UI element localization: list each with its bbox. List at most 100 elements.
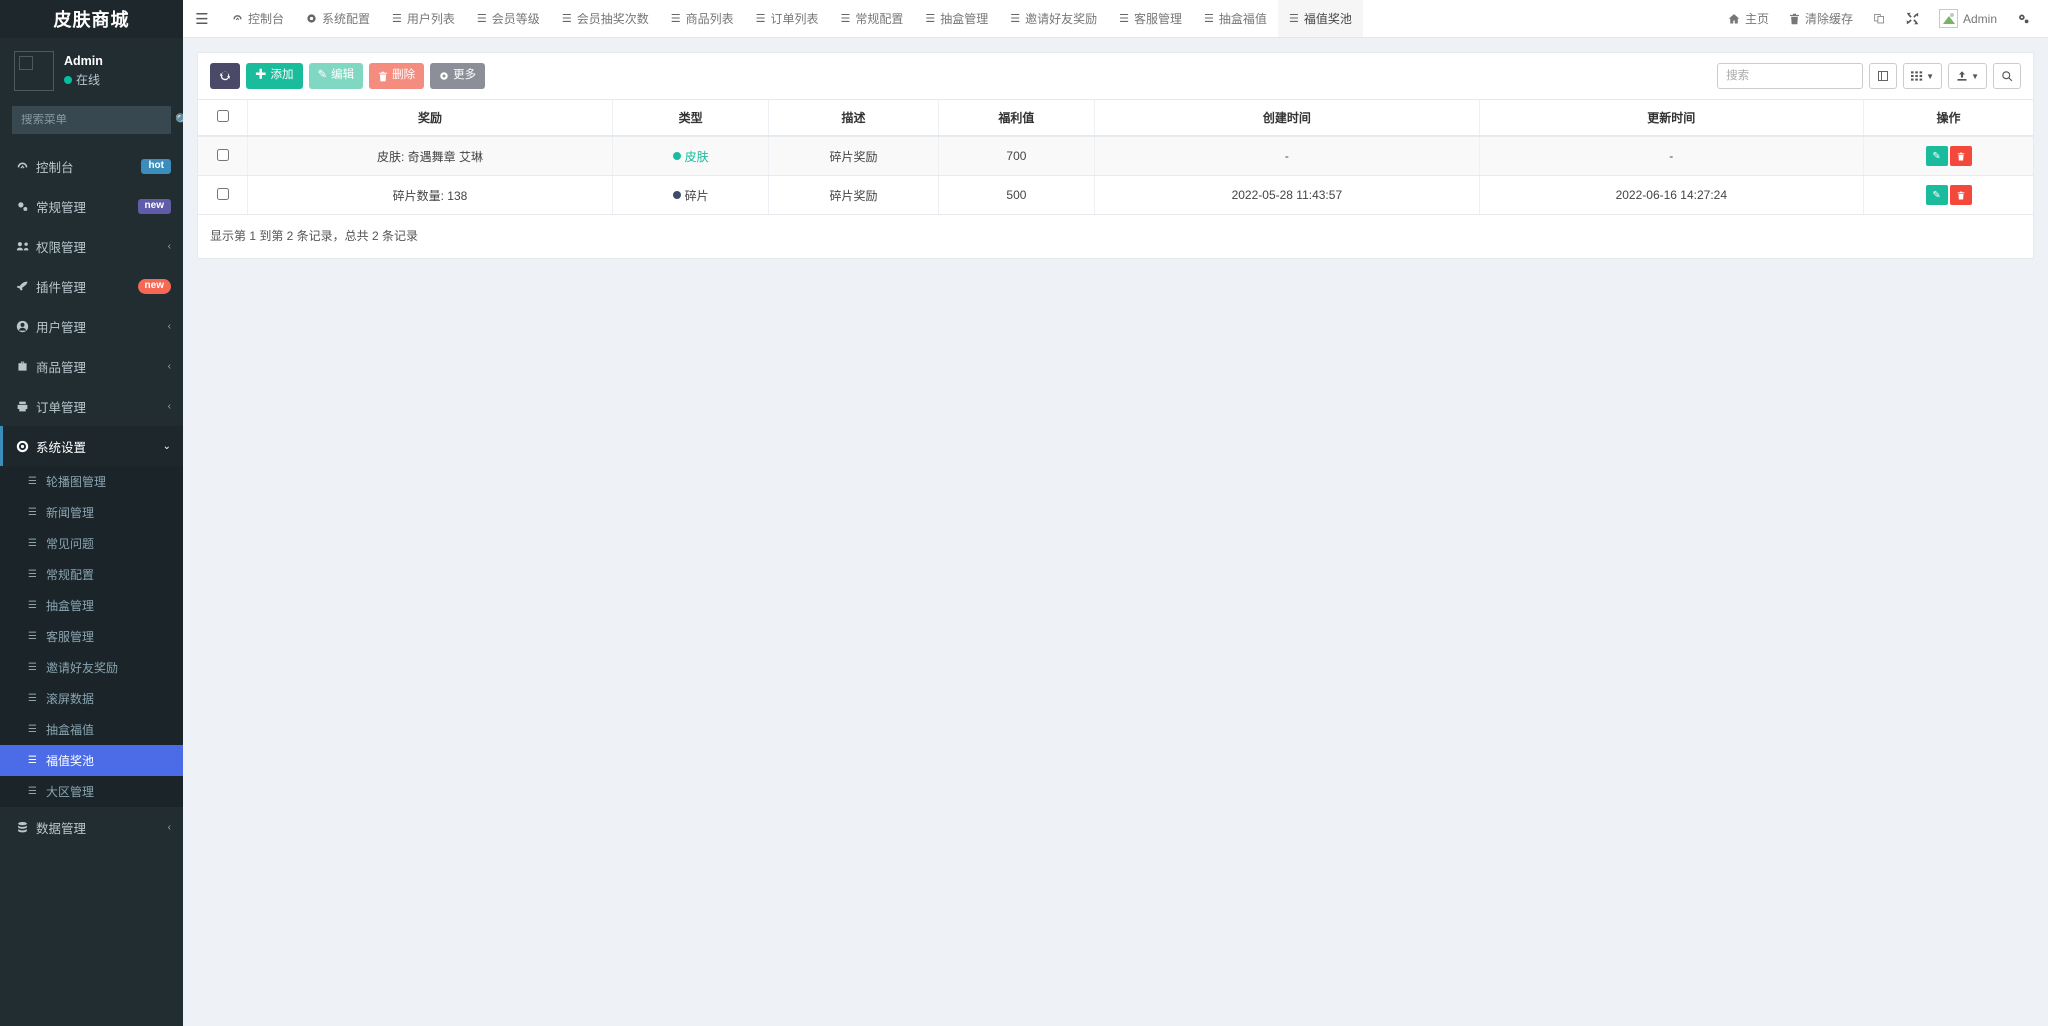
- toggle-view-button[interactable]: [1869, 63, 1898, 89]
- sidebar-item-goods[interactable]: 商品管理 ‹: [0, 346, 183, 386]
- sidebar-item-label: 用户管理: [36, 320, 87, 335]
- sidebar-item-plugins[interactable]: 插件管理 new: [0, 266, 183, 306]
- type-label: 皮肤: [684, 149, 709, 164]
- search-menu-input[interactable]: [21, 114, 175, 126]
- cell-updated: 2022-06-16 14:27:24: [1479, 175, 1865, 215]
- tab-user-list[interactable]: ☰ 用户列表: [381, 0, 466, 37]
- cell-benefit: 500: [938, 175, 1096, 215]
- tab-label: 抽盒管理: [940, 12, 989, 26]
- export-button[interactable]: ▼: [1948, 63, 1987, 89]
- th-created[interactable]: 创建时间: [1094, 99, 1480, 137]
- th-benefit[interactable]: 福利值: [938, 99, 1096, 137]
- sidebar-subitem-support[interactable]: ☰ 客服管理: [0, 621, 183, 652]
- tab-invite-reward[interactable]: ☰ 邀请好友奖励: [999, 0, 1108, 37]
- sidebar-item-users[interactable]: 用户管理 ‹: [0, 306, 183, 346]
- sidebar-search[interactable]: 🔍: [12, 106, 183, 134]
- edit-button[interactable]: ✎ 编辑: [308, 63, 364, 89]
- row-select-cell: [198, 136, 249, 176]
- user-menu-button[interactable]: Admin: [1929, 0, 2007, 38]
- briefcase-icon: [16, 360, 36, 373]
- table-row[interactable]: 碎片数量: 138 碎片 碎片奖励 500 2022-05-28 11:43:5…: [198, 175, 2033, 215]
- type-dot-icon: [672, 191, 681, 199]
- cell-updated: -: [1479, 136, 1865, 176]
- th-type[interactable]: 类型: [612, 99, 770, 137]
- row-actions: ✎: [1925, 185, 1972, 205]
- table-header-row: 奖励 类型 描述 福利值 创建时间 更新时间 操作: [198, 99, 2033, 137]
- clear-cache-button[interactable]: 清除缓存: [1779, 0, 1863, 38]
- gear-icon: [306, 13, 317, 24]
- sidebar-subitem-carousel[interactable]: ☰ 轮播图管理: [0, 466, 183, 497]
- tab-box-benefit[interactable]: ☰ 抽盒福值: [1193, 0, 1278, 37]
- cell-desc: 碎片奖励: [768, 136, 939, 176]
- plus-icon: ✚: [255, 69, 267, 82]
- tab-box-admin[interactable]: ☰ 抽盒管理: [914, 0, 999, 37]
- row-edit-button[interactable]: ✎: [1925, 146, 1948, 166]
- sidebar-subitem-general-config[interactable]: ☰ 常规配置: [0, 559, 183, 590]
- chevron-left-icon: ‹: [167, 821, 171, 833]
- tab-system-config[interactable]: 系统配置: [295, 0, 381, 37]
- rocket-icon: [16, 280, 36, 293]
- chevron-down-icon: ▼: [1971, 71, 1979, 81]
- table-row[interactable]: 皮肤: 奇遇舞章 艾琳 皮肤 碎片奖励 700 - - ✎: [198, 136, 2033, 176]
- tab-benefit-pool[interactable]: ☰ 福值奖池: [1277, 0, 1363, 37]
- sidebar-item-label: 数据管理: [36, 821, 87, 836]
- sidebar-subitem-box-benefit[interactable]: ☰ 抽盒福值: [0, 714, 183, 745]
- search-icon: [2001, 70, 2013, 82]
- sidebar-item-data-admin[interactable]: 数据管理 ‹: [0, 807, 183, 847]
- cell-benefit: 700: [938, 136, 1096, 176]
- th-operations: 操作: [1863, 99, 2033, 137]
- sidebar-subitem-label: 常见问题: [46, 537, 95, 551]
- tab-goods-list[interactable]: ☰ 商品列表: [660, 0, 745, 37]
- type-label: 碎片: [684, 188, 709, 203]
- user-name: Admin: [64, 54, 103, 68]
- sidebar-item-dashboard[interactable]: 控制台 hot: [0, 146, 183, 186]
- cell-reward: 碎片数量: 138: [247, 175, 613, 215]
- tab-support[interactable]: ☰ 客服管理: [1108, 0, 1193, 37]
- sidebar-item-general-admin[interactable]: 常规管理 new: [0, 186, 183, 226]
- th-reward[interactable]: 奖励: [247, 99, 613, 137]
- sidebar-subitem-news[interactable]: ☰ 新闻管理: [0, 497, 183, 528]
- print-icon: [16, 400, 36, 413]
- sidebar-subitem-scroll-data[interactable]: ☰ 滚屏数据: [0, 683, 183, 714]
- cell-type: 碎片: [612, 175, 770, 215]
- sidebar-subitem-invite-reward[interactable]: ☰ 邀请好友奖励: [0, 652, 183, 683]
- avatar: [14, 51, 54, 91]
- sidebar-item-system-settings[interactable]: 系统设置 ⌄: [0, 426, 183, 466]
- list-icon: ☰: [28, 724, 37, 735]
- row-edit-button[interactable]: ✎: [1925, 185, 1948, 205]
- row-delete-button[interactable]: [1949, 146, 1972, 166]
- sidebar-subitem-region[interactable]: ☰ 大区管理: [0, 776, 183, 807]
- th-desc[interactable]: 描述: [768, 99, 939, 137]
- tab-member-draw-count[interactable]: ☰ 会员抽奖次数: [551, 0, 660, 37]
- settings-button[interactable]: [2007, 0, 2040, 38]
- list-icon: ☰: [840, 13, 851, 25]
- search-input[interactable]: [1717, 63, 1864, 89]
- select-all-checkbox[interactable]: [216, 110, 229, 122]
- row-checkbox[interactable]: [216, 148, 229, 161]
- th-updated[interactable]: 更新时间: [1479, 99, 1865, 137]
- sidebar-subitem-faq[interactable]: ☰ 常见问题: [0, 528, 183, 559]
- columns-button[interactable]: ▼: [1903, 63, 1943, 89]
- tab-general-config[interactable]: ☰ 常规配置: [829, 0, 914, 37]
- delete-button[interactable]: 删除: [369, 63, 425, 89]
- theme-switch-button[interactable]: [1863, 0, 1896, 38]
- refresh-button[interactable]: [210, 63, 240, 89]
- sidebar-item-permission[interactable]: 权限管理 ‹: [0, 226, 183, 266]
- row-checkbox[interactable]: [216, 187, 229, 200]
- sidebar-item-orders[interactable]: 订单管理 ‹: [0, 386, 183, 426]
- add-button[interactable]: ✚ 添加: [246, 63, 303, 89]
- tab-order-list[interactable]: ☰ 订单列表: [745, 0, 830, 37]
- tab-dashboard[interactable]: 控制台: [221, 0, 295, 37]
- sidebar-subitem-benefit-pool[interactable]: ☰ 福值奖池: [0, 745, 183, 776]
- list-icon: ☰: [28, 786, 37, 797]
- search-button[interactable]: [1993, 63, 2021, 89]
- home-button[interactable]: 主页: [1718, 0, 1779, 38]
- sidebar-subitem-box-admin[interactable]: ☰ 抽盒管理: [0, 590, 183, 621]
- list-icon: ☰: [28, 631, 37, 642]
- tab-member-level[interactable]: ☰ 会员等级: [466, 0, 551, 37]
- row-delete-button[interactable]: [1949, 185, 1972, 205]
- more-button[interactable]: 更多: [430, 63, 486, 89]
- fullscreen-button[interactable]: [1896, 0, 1929, 38]
- hamburger-icon[interactable]: ☰: [183, 0, 221, 37]
- gear-icon: [439, 71, 449, 81]
